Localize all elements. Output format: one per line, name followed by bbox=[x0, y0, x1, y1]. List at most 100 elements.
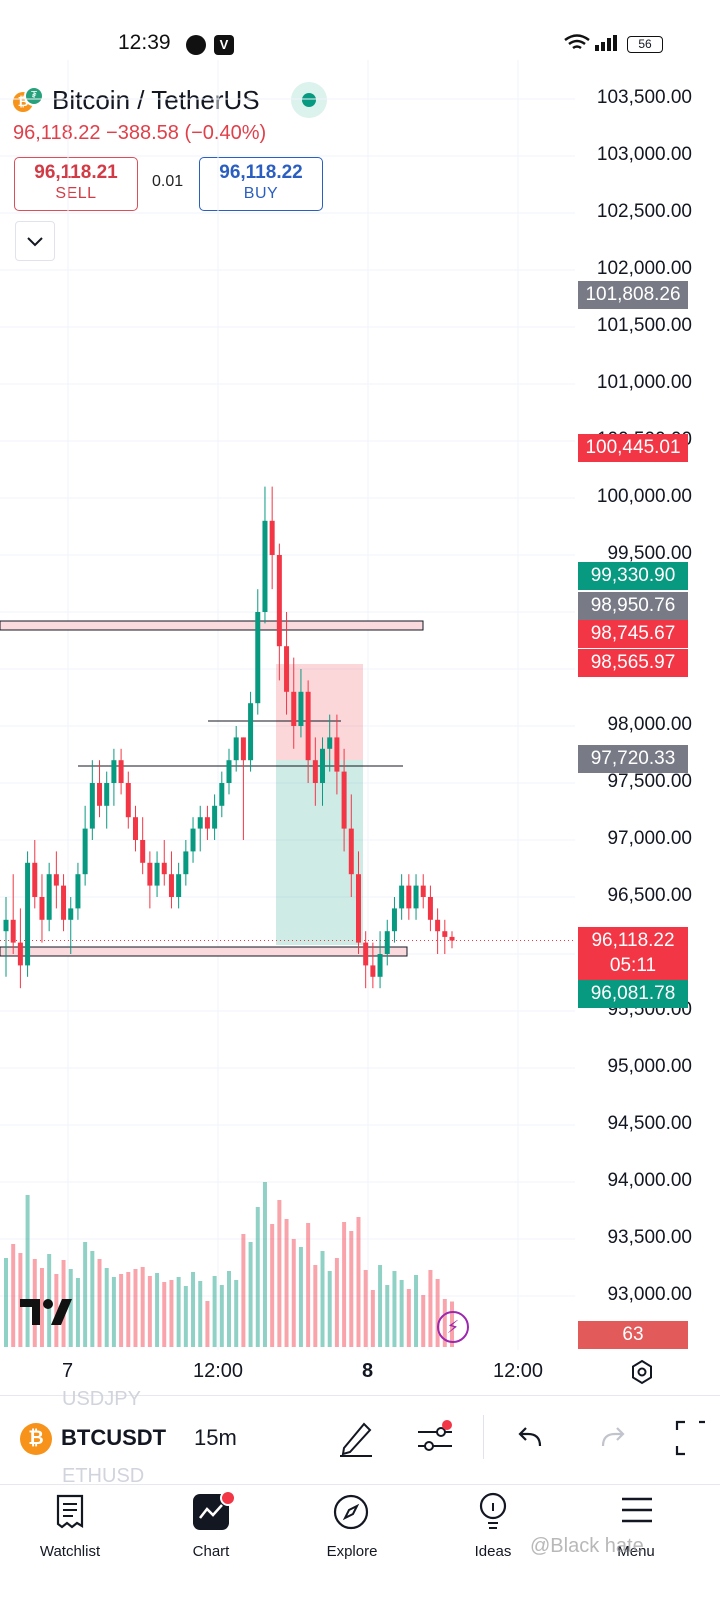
price-tag: 97,720.33 bbox=[578, 745, 688, 773]
volume-bar bbox=[241, 1234, 246, 1347]
candle-body bbox=[291, 691, 297, 726]
volume-bar bbox=[306, 1223, 311, 1347]
volume-bar bbox=[140, 1267, 145, 1347]
candle-body bbox=[377, 954, 383, 977]
price-axis-label: 102,500.00 bbox=[596, 201, 692, 222]
volume-bar bbox=[111, 1277, 116, 1347]
candle-body bbox=[348, 828, 354, 875]
volume-bar bbox=[356, 1217, 361, 1347]
drawing-tools-icon[interactable] bbox=[338, 1418, 374, 1458]
candle-body bbox=[32, 862, 38, 897]
volume-bar bbox=[11, 1244, 16, 1347]
price-axis-label: 101,500.00 bbox=[596, 315, 692, 336]
price-axis-label: 97,500.00 bbox=[607, 771, 692, 792]
candle-body bbox=[233, 737, 239, 761]
nav-watchlist[interactable]: Watchlist bbox=[20, 1543, 120, 1560]
candle-body bbox=[39, 897, 45, 920]
volume-bar bbox=[147, 1276, 152, 1347]
volume-bar bbox=[248, 1242, 253, 1347]
time-label-noon2: 12:00 bbox=[493, 1360, 544, 1382]
candle-body bbox=[341, 771, 347, 829]
nav-ideas[interactable]: Ideas bbox=[443, 1543, 543, 1560]
symbol-selector[interactable]: BTCUSDT bbox=[61, 1425, 166, 1451]
candle-body bbox=[17, 942, 23, 966]
volume-bar bbox=[83, 1242, 88, 1347]
volume-bar bbox=[277, 1200, 282, 1347]
explore-icon[interactable] bbox=[332, 1493, 370, 1531]
candle-body bbox=[132, 817, 138, 840]
candle-body bbox=[53, 874, 59, 886]
candle-body bbox=[190, 828, 196, 852]
volume-bar bbox=[399, 1280, 404, 1347]
volume-bar bbox=[255, 1207, 260, 1347]
candle-body bbox=[384, 931, 390, 954]
candle-body bbox=[226, 760, 232, 783]
volume-bar bbox=[363, 1270, 368, 1347]
price-tag: 101,808.26 bbox=[578, 281, 688, 309]
fullscreen-icon[interactable] bbox=[675, 1420, 705, 1456]
candle-body bbox=[3, 919, 9, 932]
toolbar-divider bbox=[483, 1415, 484, 1459]
nav-chart[interactable]: Chart bbox=[161, 1543, 261, 1560]
candle-body bbox=[154, 862, 160, 886]
volume-bar bbox=[169, 1280, 174, 1347]
support-zone bbox=[0, 946, 408, 957]
candle-body bbox=[391, 908, 397, 932]
indicators-icon[interactable] bbox=[415, 1418, 455, 1458]
candle-body bbox=[89, 783, 95, 829]
price-tag: 05:11 bbox=[578, 952, 688, 980]
price-axis-label: 93,000.00 bbox=[607, 1284, 692, 1305]
candle-body bbox=[219, 783, 225, 806]
candle-body bbox=[442, 931, 448, 937]
volume-bar bbox=[126, 1272, 131, 1347]
menu-icon[interactable] bbox=[620, 1495, 654, 1525]
candle-body bbox=[435, 919, 441, 932]
volume-bar bbox=[349, 1231, 354, 1347]
volume-bar bbox=[385, 1285, 390, 1347]
candle-body bbox=[68, 908, 74, 920]
time-label-day8: 8 bbox=[362, 1360, 374, 1382]
volume-bar bbox=[270, 1224, 275, 1347]
volume-bar bbox=[155, 1273, 160, 1347]
candle-body bbox=[327, 737, 333, 749]
candle-body bbox=[61, 885, 67, 920]
price-tag: 63 bbox=[578, 1321, 688, 1349]
volume-bar bbox=[342, 1222, 347, 1347]
volume-bar bbox=[191, 1272, 196, 1347]
volume-bar bbox=[162, 1282, 167, 1347]
candle-body bbox=[183, 851, 189, 875]
flash-icon[interactable]: ⚡ bbox=[437, 1311, 469, 1343]
volume-bar bbox=[392, 1271, 397, 1347]
price-axis-label: 94,000.00 bbox=[607, 1170, 692, 1191]
price-axis-label: 100,000.00 bbox=[596, 486, 692, 507]
volume-bar bbox=[284, 1219, 289, 1347]
volume-bar bbox=[133, 1269, 138, 1347]
ideas-icon[interactable] bbox=[476, 1491, 510, 1531]
candle-body bbox=[370, 965, 376, 977]
volume-bar bbox=[334, 1258, 339, 1347]
volume-bar bbox=[414, 1275, 419, 1347]
volume-bar bbox=[327, 1271, 332, 1347]
price-tag: 98,950.76 bbox=[578, 592, 688, 620]
volume-bar bbox=[198, 1281, 203, 1347]
stop-loss-zone bbox=[276, 664, 363, 760]
chart-icon[interactable] bbox=[193, 1490, 236, 1530]
candle-body bbox=[161, 862, 167, 875]
redo-icon[interactable] bbox=[597, 1424, 627, 1454]
price-tag: 98,745.67 bbox=[578, 620, 688, 648]
candle-body bbox=[355, 874, 361, 943]
chart-settings-icon[interactable] bbox=[628, 1358, 656, 1386]
nav-explore[interactable]: Explore bbox=[302, 1543, 402, 1560]
candle-body bbox=[284, 646, 290, 692]
watchlist-icon[interactable] bbox=[55, 1494, 85, 1530]
candle-body bbox=[82, 828, 88, 875]
interval-selector[interactable]: 15m bbox=[194, 1425, 237, 1451]
candle-body bbox=[168, 874, 174, 897]
candle-body bbox=[240, 737, 246, 761]
candle-body bbox=[176, 874, 182, 897]
undo-icon[interactable] bbox=[516, 1424, 546, 1454]
price-axis-label: 102,000.00 bbox=[596, 258, 692, 279]
candle-body bbox=[10, 919, 16, 943]
volume-bar bbox=[378, 1265, 383, 1347]
volume-bar bbox=[313, 1265, 318, 1347]
